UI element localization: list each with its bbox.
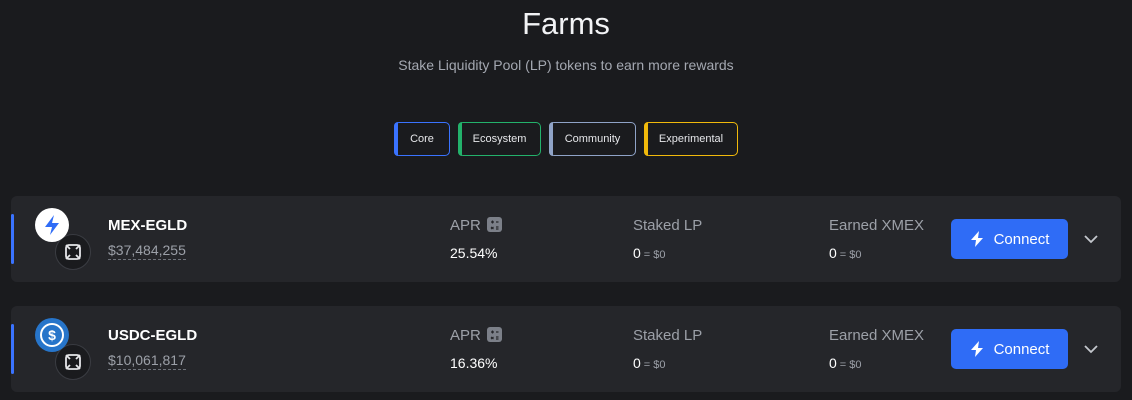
- page-title: Farms: [522, 6, 610, 41]
- farm-category-filters: Core Ecosystem Community Experimental: [0, 122, 1132, 156]
- connect-button[interactable]: Connect: [951, 219, 1068, 259]
- chevron-down-icon[interactable]: [1081, 229, 1101, 249]
- farm-pair-name: USDC-EGLD: [108, 327, 198, 344]
- usdc-token-icon: $: [35, 318, 69, 352]
- filter-experimental-button[interactable]: Experimental: [644, 122, 738, 156]
- farm-card-mex-egld: MEX-EGLD $37,484,255 APR 25.54% Staked L…: [11, 196, 1121, 282]
- lightning-icon: [970, 341, 983, 357]
- apr-label: APR: [450, 327, 502, 344]
- farm-pair-name: MEX-EGLD: [108, 217, 188, 234]
- lightning-token-icon: [35, 208, 69, 242]
- filter-community-button[interactable]: Community: [549, 122, 636, 156]
- chevron-down-icon[interactable]: [1081, 339, 1101, 359]
- apr-label: APR: [450, 217, 502, 234]
- apr-value: 25.54%: [450, 245, 498, 261]
- connect-button-label: Connect: [993, 230, 1050, 248]
- farm-accent-bar: [11, 214, 14, 264]
- staked-lp-value: 0 = $0: [633, 245, 666, 261]
- page-subtitle: Stake Liquidity Pool (LP) tokens to earn…: [398, 57, 734, 73]
- staked-lp-label: Staked LP: [633, 327, 703, 344]
- farm-tvl[interactable]: $37,484,255: [108, 242, 186, 260]
- connect-button[interactable]: Connect: [951, 329, 1068, 369]
- calculator-icon[interactable]: [486, 327, 502, 342]
- svg-text:$: $: [48, 327, 56, 343]
- earned-xmex-value: 0 = $0: [829, 245, 862, 261]
- earned-xmex-label: Earned XMEX: [829, 217, 925, 234]
- filter-ecosystem-button[interactable]: Ecosystem: [458, 122, 541, 156]
- apr-value: 16.36%: [450, 355, 498, 371]
- lightning-icon: [970, 231, 983, 247]
- staked-lp-value: 0 = $0: [633, 355, 666, 371]
- earned-xmex-value: 0 = $0: [829, 355, 862, 371]
- farm-tvl[interactable]: $10,061,817: [108, 352, 186, 370]
- earned-xmex-label: Earned XMEX: [829, 327, 925, 344]
- farm-accent-bar: [11, 324, 14, 374]
- staked-lp-label: Staked LP: [633, 217, 703, 234]
- calculator-icon[interactable]: [486, 217, 502, 232]
- connect-button-label: Connect: [993, 340, 1050, 358]
- farm-card-usdc-egld: $ USDC-EGLD $10,061,817 APR 16.36% Stake…: [11, 306, 1121, 392]
- filter-core-button[interactable]: Core: [394, 122, 450, 156]
